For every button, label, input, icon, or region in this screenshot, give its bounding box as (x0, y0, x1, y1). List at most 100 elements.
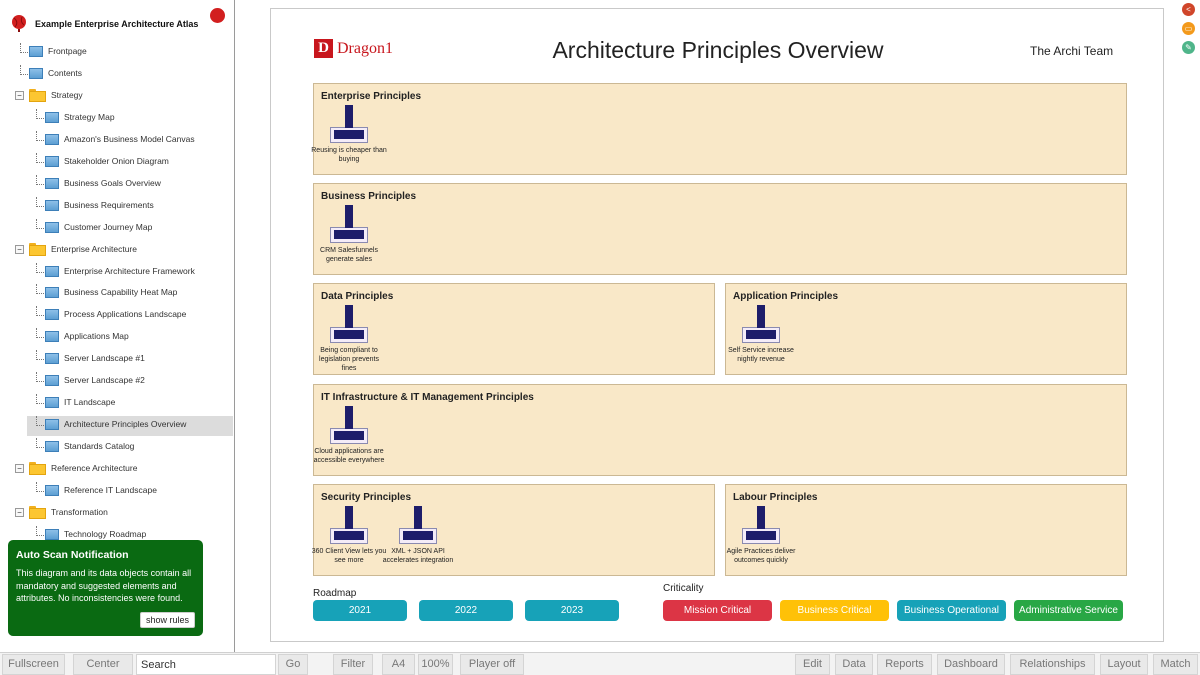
tree-item-stakeholder-onion-diagram[interactable]: Stakeholder Onion Diagram (0, 153, 234, 173)
tree-item-frontpage[interactable]: Frontpage (0, 43, 234, 63)
criticality-mission-critical[interactable]: Mission Critical (663, 600, 772, 621)
folder-icon (29, 506, 46, 519)
atlas-header: Example Enterprise Architecture Atlas (0, 0, 234, 40)
criticality-administrative-service[interactable]: Administrative Service (1014, 600, 1123, 621)
group-title: Application Principles (733, 291, 839, 302)
principle-label: XML + JSON API accelerates integration (382, 548, 454, 564)
principle-label: CRM Salesfunnels generate sales (320, 247, 378, 263)
view-icon (45, 397, 59, 408)
tree-item-contents[interactable]: Contents (0, 65, 234, 85)
tree-item-label: IT Landscape (64, 397, 116, 407)
reports-button[interactable]: Reports (877, 654, 932, 675)
roadmap-year-2021[interactable]: 2021 (313, 600, 407, 621)
tree-item-enterprise-architecture[interactable]: − Enterprise Architecture (0, 241, 234, 261)
tree-item-label: Applications Map (64, 331, 129, 341)
tree-item-standards-catalog[interactable]: Standards Catalog (0, 438, 234, 458)
principle-icon (330, 305, 368, 343)
tree-connector (36, 526, 44, 536)
folder-icon (29, 462, 46, 475)
tree-connector (36, 175, 44, 185)
principle-icon (330, 105, 368, 143)
center-button[interactable]: Center (73, 654, 133, 675)
tree-item-it-landscape[interactable]: IT Landscape (0, 394, 234, 414)
view-icon (45, 178, 59, 189)
status-dot-icon (210, 8, 225, 23)
group-application-principles[interactable]: Application Principles Self Service incre… (725, 283, 1127, 375)
filter-button[interactable]: Filter (333, 654, 373, 675)
search-input[interactable] (136, 654, 276, 675)
tree-item-label: Transformation (51, 507, 108, 517)
tree-item-label: Reference Architecture (51, 463, 138, 473)
tree-item-label: Strategy Map (64, 112, 115, 122)
tree-connector (20, 65, 28, 75)
tree-item-architecture-principles-overview[interactable]: Architecture Principles Overview (27, 416, 233, 436)
criticality-business-operational[interactable]: Business Operational (897, 600, 1006, 621)
fullscreen-button[interactable]: Fullscreen (2, 654, 65, 675)
criticality-business-critical[interactable]: Business Critical (780, 600, 889, 621)
edit-icon[interactable]: ✎ (1182, 41, 1195, 54)
player-toggle-button[interactable]: Player off (460, 654, 524, 675)
tree-item-label: Standards Catalog (64, 441, 135, 451)
tree-item-label: Server Landscape #2 (64, 375, 145, 385)
tree-item-business-requirements[interactable]: Business Requirements (0, 197, 234, 217)
tree-connector (36, 372, 44, 382)
view-icon (45, 485, 59, 496)
tree-item-server-landscape-1[interactable]: Server Landscape #1 (0, 350, 234, 370)
dashboard-button[interactable]: Dashboard (937, 654, 1005, 675)
group-it-infrastructure-it-management-principles[interactable]: IT Infrastructure & IT Management Princi… (313, 384, 1127, 476)
zoom-level[interactable]: 100% (418, 654, 453, 675)
tree-item-strategy[interactable]: − Strategy (0, 87, 234, 107)
paper-size-button[interactable]: A4 (382, 654, 415, 675)
go-button[interactable]: Go (278, 654, 308, 675)
match-button[interactable]: Match (1153, 654, 1198, 675)
view-icon (45, 419, 59, 430)
relationships-button[interactable]: Relationships (1010, 654, 1095, 675)
tree-item-transformation[interactable]: − Transformation (0, 504, 234, 524)
group-security-principles[interactable]: Security Principles 360 Client View lets … (312, 484, 715, 576)
show-rules-button[interactable]: show rules (139, 612, 195, 628)
tree-connector (20, 43, 28, 53)
tree-item-label: Contents (48, 68, 83, 78)
tree-item-enterprise-architecture-framework[interactable]: Enterprise Architecture Framework (0, 263, 234, 283)
group-title: IT Infrastructure & IT Management Princi… (321, 392, 534, 403)
share-icon[interactable]: < (1182, 3, 1195, 16)
tree-connector (36, 328, 44, 338)
atlas-title: Example Enterprise Architecture Atlas (35, 19, 199, 29)
comment-icon[interactable]: ▭ (1182, 22, 1195, 35)
collapse-toggle-icon[interactable]: − (15, 464, 24, 473)
principle-icon (742, 506, 780, 544)
tree-item-business-goals-overview[interactable]: Business Goals Overview (0, 175, 234, 195)
edit-button[interactable]: Edit (795, 654, 830, 675)
tree-item-label: Reference IT Landscape (64, 485, 157, 495)
group-business-principles[interactable]: Business Principles CRM Salesfunnels gene… (313, 183, 1127, 275)
view-icon (45, 156, 59, 167)
collapse-toggle-icon[interactable]: − (15, 91, 24, 100)
collapse-toggle-icon[interactable]: − (15, 508, 24, 517)
group-labour-principles[interactable]: Labour Principles Agile Practices deliver… (725, 484, 1127, 576)
tree-item-reference-architecture[interactable]: − Reference Architecture (0, 460, 234, 480)
group-data-principles[interactable]: Data Principles Being compliant to legisl… (313, 283, 715, 375)
tree-item-server-landscape-2[interactable]: Server Landscape #2 (0, 372, 234, 392)
tree-item-reference-it-landscape[interactable]: Reference IT Landscape (0, 482, 234, 502)
tree-item-customer-journey-map[interactable]: Customer Journey Map (0, 219, 234, 239)
diagram-canvas[interactable]: D Dragon1 Architecture Principles Overvi… (270, 8, 1164, 642)
data-button[interactable]: Data (835, 654, 873, 675)
tree-item-strategy-map[interactable]: Strategy Map (0, 109, 234, 129)
group-title: Labour Principles (733, 492, 818, 503)
roadmap-year-2023[interactable]: 2023 (525, 600, 619, 621)
tree-item-label: Business Requirements (64, 200, 154, 210)
roadmap-year-2022[interactable]: 2022 (419, 600, 513, 621)
view-icon (45, 331, 59, 342)
principle-icon (330, 406, 368, 444)
tree-item-process-applications-landscape[interactable]: Process Applications Landscape (0, 306, 234, 326)
tree-item-applications-map[interactable]: Applications Map (0, 328, 234, 348)
group-enterprise-principles[interactable]: Enterprise Principles Reusing is cheaper … (311, 83, 1127, 175)
principle-label: Being compliant to legislation prevents … (319, 347, 379, 372)
layout-button[interactable]: Layout (1100, 654, 1148, 675)
tree-item-business-capability-heat-map[interactable]: Business Capability Heat Map (0, 284, 234, 304)
tree-item-label: Frontpage (48, 46, 87, 56)
tree-item-amazon-s-business-model-canvas[interactable]: Amazon's Business Model Canvas (0, 131, 234, 151)
principle-icon (742, 305, 780, 343)
tree-connector (36, 263, 44, 273)
collapse-toggle-icon[interactable]: − (15, 245, 24, 254)
